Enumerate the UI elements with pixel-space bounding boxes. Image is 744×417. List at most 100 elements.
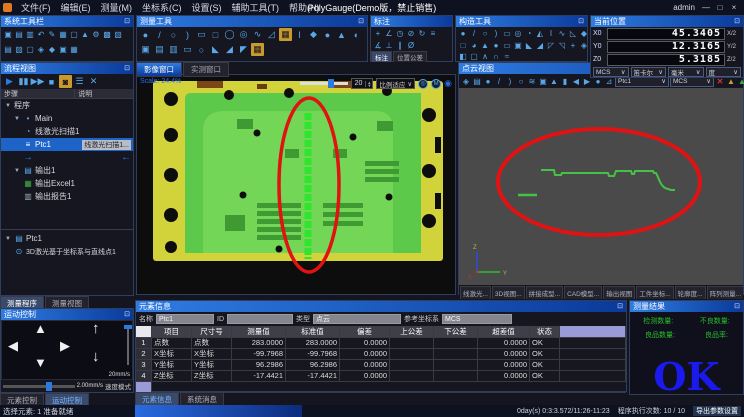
cloud-circle-icon[interactable]: ○ — [516, 75, 526, 88]
layout-icon[interactable]: ▧ — [113, 28, 123, 41]
jog-up-button[interactable]: ▲ — [34, 321, 47, 336]
menu-coordsys[interactable]: 坐标系(C) — [137, 1, 187, 14]
center-icon[interactable]: ◈ — [36, 43, 46, 56]
expander-icon[interactable]: ▼ — [5, 103, 12, 109]
tree-node-program[interactable]: ▼程序 — [1, 99, 133, 112]
dim-perp-icon[interactable]: ⊥ — [384, 39, 394, 52]
cloud-peak-icon[interactable]: ▲ — [549, 75, 559, 88]
ring-tool-icon[interactable]: ◯ — [223, 28, 236, 41]
table-row[interactable]: 2 X坐标X坐标-99.7968-99.79680.00000.0000OK — [136, 349, 626, 360]
axis-y-half-button[interactable]: Y/2 — [727, 44, 741, 50]
circle2-tool-icon[interactable]: ○ — [195, 43, 208, 56]
point-cloud-canvas[interactable]: Z Y X — [459, 88, 743, 285]
brightness-slider-handle[interactable] — [328, 79, 334, 88]
step-forward-icon[interactable]: ▶▶ — [31, 75, 44, 88]
angle-unit-select[interactable]: 度∨ — [706, 67, 742, 77]
tab-element-info[interactable]: 元素信息 — [135, 392, 179, 406]
play-back-icon[interactable]: ◀ — [571, 75, 581, 88]
line-tool-icon[interactable]: / — [153, 28, 166, 41]
select-icon[interactable]: ▢ — [69, 28, 79, 41]
zoom-fit-icon[interactable]: ▨ — [14, 43, 24, 56]
clear-icon[interactable]: ✕ — [87, 75, 100, 88]
tree-node-ptc1[interactable]: ≡Ptc1线激光扫描1... — [1, 138, 133, 151]
tab-annotation[interactable]: 标注 — [371, 51, 392, 62]
menu-file[interactable]: 文件(F) — [16, 1, 56, 14]
tab-live-window[interactable]: 实测窗口 — [183, 62, 229, 77]
con-cross-icon[interactable]: + — [568, 39, 578, 52]
close-button[interactable]: × — [727, 3, 741, 12]
tree-node-output-group[interactable]: ▼▤输出1 — [1, 164, 133, 177]
panel-pin-icon[interactable]: ⊡ — [124, 64, 130, 74]
expander-icon[interactable]: ▼ — [5, 236, 12, 242]
move-icon[interactable]: ◆ — [47, 43, 57, 56]
measure-mode-button[interactable]: M — [431, 79, 441, 89]
table-row[interactable]: 3 Y坐标Y坐标96.298696.29860.00000.0000OK — [136, 360, 626, 371]
tab-array-measure[interactable]: 阵列测量... — [707, 286, 743, 299]
jog-z-down-button[interactable]: ↓ — [92, 348, 100, 365]
slot-tool-icon[interactable]: ▭ — [181, 43, 194, 56]
cone-tool-icon[interactable]: ▲ — [335, 28, 348, 41]
curve-tool-icon[interactable]: ∿ — [251, 28, 264, 41]
view-orbit-icon[interactable]: ◈ — [461, 75, 471, 88]
tab-stitching[interactable]: 拼接成型... — [526, 286, 563, 299]
edit-icon[interactable]: ✎ — [47, 28, 57, 41]
arc-tool-icon[interactable]: ) — [181, 28, 194, 41]
cloud-profile-icon[interactable]: ≋ — [527, 75, 537, 88]
pattern3-tool-icon[interactable]: ▥ — [167, 43, 180, 56]
stop-program-icon[interactable]: ■ — [45, 75, 58, 88]
id-field[interactable] — [227, 314, 293, 324]
dim-dia2-icon[interactable]: Ø — [406, 39, 416, 52]
tab-workpiece-cs[interactable]: 工件坐标... — [636, 286, 673, 299]
jog-down-button[interactable]: ▼ — [34, 355, 47, 370]
tree-node-output-report[interactable]: ▥输出报告1 — [1, 190, 133, 203]
menu-settings[interactable]: 设置(S) — [187, 1, 227, 14]
view-pan-icon[interactable]: ▤ — [472, 75, 482, 88]
ref-cs-field[interactable]: MCS — [442, 314, 512, 324]
tab-output-view[interactable]: 输出视图 — [603, 286, 635, 299]
cloud-point-icon[interactable]: ● — [483, 75, 493, 88]
expander-icon[interactable]: ▼ — [14, 116, 21, 122]
speed-slider-track[interactable] — [127, 325, 129, 365]
image-canvas[interactable]: Scale: 24.4% 20▲▼ 比例适应∨ ◎ M ◉ — [136, 74, 456, 295]
angle-tool-icon[interactable]: ◿ — [265, 28, 278, 41]
axis-z-half-button[interactable]: Z/2 — [727, 57, 741, 63]
tab-system-messages[interactable]: 系统消息 — [180, 392, 224, 406]
tab-line-laser[interactable]: 线激光... — [460, 286, 491, 299]
spinner-arrows-icon[interactable]: ▲▼ — [365, 81, 372, 87]
dim-rotate-icon[interactable]: ↻ — [417, 27, 427, 40]
expander-icon[interactable]: ▼ — [14, 168, 21, 174]
tab-image-window[interactable]: 影像窗口 — [136, 62, 182, 77]
table-row[interactable]: 4 Z坐标Z坐标-17.4421-17.44210.00000.0000OK — [136, 371, 626, 382]
gear-icon[interactable]: ⚙ — [91, 28, 101, 41]
brightness-slider[interactable] — [300, 82, 348, 85]
maximize-button[interactable]: □ — [713, 3, 727, 12]
circle-tool-icon[interactable]: ○ — [167, 28, 180, 41]
jog-speed-slider[interactable] — [3, 385, 75, 388]
rotate-icon[interactable]: ▣ — [58, 43, 68, 56]
subtree-node-ptc1[interactable]: ▼▤Ptc1 — [1, 232, 133, 245]
flask-tool-icon[interactable]: ◤ — [237, 43, 250, 56]
subtree-node-laser-point[interactable]: ⊙3D激光基于坐标系与直线点1 — [1, 245, 133, 258]
plane-tool-icon[interactable]: ◆ — [307, 28, 320, 41]
coord-type-select[interactable]: 笛卡尔∨ — [631, 67, 667, 77]
jog-z-up-button[interactable]: ↑ — [92, 320, 100, 337]
tree-node-main[interactable]: ▼•Main — [1, 112, 133, 125]
panel-pin-icon[interactable]: ⊡ — [124, 17, 130, 27]
tab-profile-tolerance[interactable]: 轮廓度... — [675, 286, 706, 299]
tree-node-output-excel[interactable]: ▦输出Excel1 — [1, 177, 133, 190]
speed-slider-handle[interactable] — [124, 325, 132, 329]
tree-node-laser-scan[interactable]: ◔线激光扫描1 — [1, 125, 133, 138]
panel-pin-icon[interactable]: ⊡ — [124, 310, 130, 320]
pause-program-icon[interactable]: ▮▮ — [17, 75, 30, 88]
con-cube-icon[interactable]: ▣ — [513, 39, 523, 52]
active-scan-tool-icon[interactable]: ▦ — [279, 28, 292, 41]
dim-angle2-icon[interactable]: ∡ — [373, 39, 383, 52]
type-field[interactable]: 点云 — [313, 314, 401, 324]
point-tool-icon[interactable]: ● — [139, 28, 152, 41]
panel-pin-icon[interactable]: ⊡ — [617, 302, 623, 312]
height-tool-icon[interactable]: I — [293, 28, 306, 41]
sphere-tool-icon[interactable]: ● — [321, 28, 334, 41]
rect-tool-icon[interactable]: □ — [209, 28, 222, 41]
cloud-line-icon[interactable]: / — [494, 75, 504, 88]
menu-measure[interactable]: 测量(M) — [96, 1, 138, 14]
